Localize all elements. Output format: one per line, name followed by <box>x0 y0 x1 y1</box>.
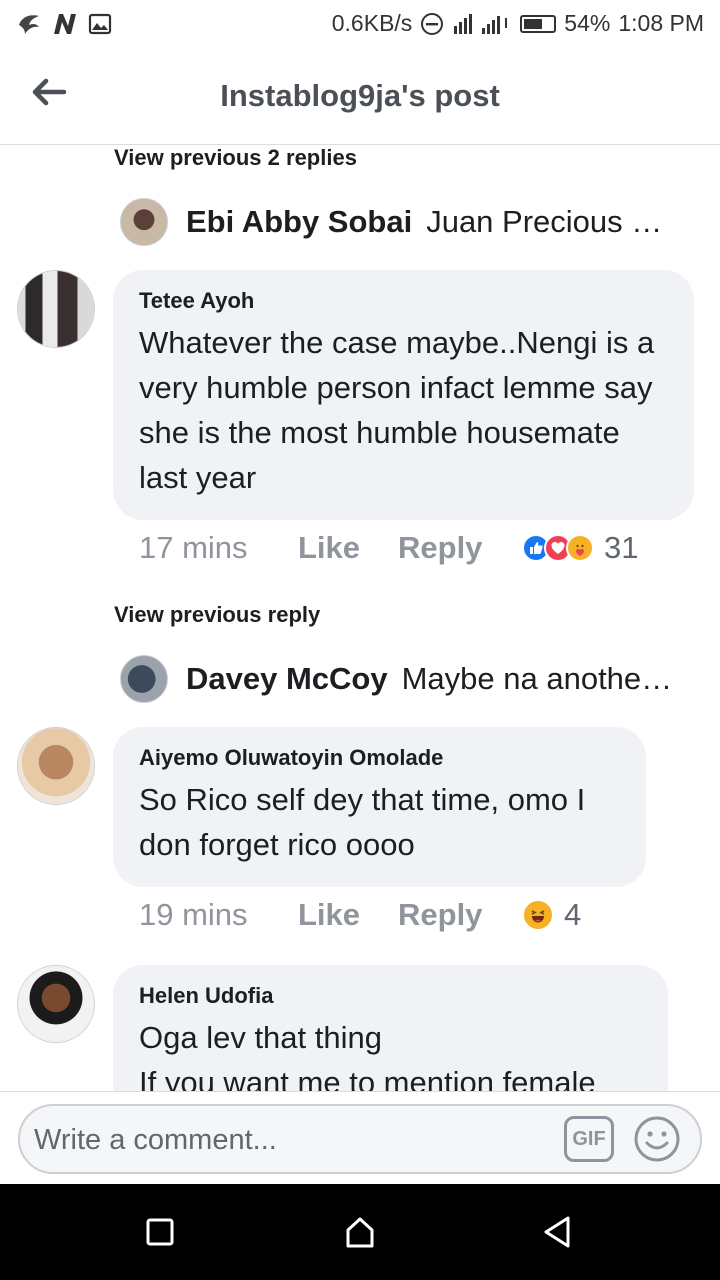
avatar[interactable] <box>120 198 168 246</box>
gif-label: GIF <box>572 1127 606 1150</box>
battery-percent: 54% <box>564 10 611 36</box>
clock: 1:08 PM <box>618 10 704 36</box>
image-icon <box>88 13 112 35</box>
network-speed: 0.6KB/s <box>331 10 413 36</box>
comment-bubble: Aiyemo Oluwatoyin Omolade So Rico self d… <box>113 727 646 887</box>
avatar[interactable] <box>120 655 168 703</box>
comment-input-box[interactable]: GIF <box>18 1104 702 1174</box>
home-icon[interactable] <box>340 1212 380 1252</box>
page-title: Instablog9ja's post <box>220 78 500 113</box>
app-header: Instablog9ja's post <box>0 50 720 145</box>
comment-author-name[interactable]: Aiyemo Oluwatoyin Omolade <box>139 745 620 771</box>
reply-button[interactable]: Reply <box>398 897 522 933</box>
comment-bubble: Helen Udofia Oga lev that thing If you w… <box>113 965 668 1091</box>
comment-time: 19 mins <box>139 897 248 932</box>
comment-bubble: Tetee Ayoh Whatever the case maybe..Neng… <box>113 270 694 520</box>
comment-actions: 17 mins Like Reply 31 <box>139 530 638 566</box>
n-icon <box>54 14 76 34</box>
view-previous-replies-link[interactable]: View previous 2 replies <box>114 145 357 171</box>
emoji-icon[interactable] <box>632 1114 682 1164</box>
avatar[interactable] <box>17 270 95 348</box>
comment-author-name[interactable]: Tetee Ayoh <box>139 288 668 314</box>
like-button[interactable]: Like <box>298 530 398 566</box>
comment-composer: GIF <box>0 1091 720 1184</box>
reply-preview[interactable]: Ebi Abby Sobai Juan Precious Oil... <box>120 198 680 246</box>
avatar[interactable] <box>17 727 95 805</box>
comment-input[interactable] <box>34 1118 534 1162</box>
comment-text: Oga lev that thing If you want me to men… <box>139 1020 596 1091</box>
reply-preview-text: Juan Precious Oil... <box>426 204 680 239</box>
reply-preview[interactable]: Davey McCoy Maybe na another person <box>120 655 680 703</box>
status-bar: 0.6KB/s 54% 1:08 PM <box>0 0 720 50</box>
care-reaction-icon <box>566 534 594 562</box>
avatar[interactable] <box>17 965 95 1043</box>
comments-list: View previous 2 replies Ebi Abby Sobai J… <box>0 145 720 1091</box>
signal-icon <box>454 13 508 34</box>
reply-button[interactable]: Reply <box>398 530 522 566</box>
reactions-summary[interactable]: 31 <box>522 530 638 566</box>
comment-time: 17 mins <box>139 530 248 565</box>
reply-author-name[interactable]: Ebi Abby Sobai <box>186 204 412 240</box>
swallow-icon <box>19 15 39 34</box>
comment-actions: 19 mins Like Reply 4 <box>139 897 581 933</box>
reactions-summary[interactable]: 4 <box>522 897 581 933</box>
comment-text: So Rico self dey that time, omo I don fo… <box>139 782 586 862</box>
comment-text: Whatever the case maybe..Nengi is a very… <box>139 325 655 495</box>
reaction-count: 4 <box>564 897 582 932</box>
back-triangle-icon[interactable] <box>538 1212 578 1252</box>
gif-button[interactable]: GIF <box>564 1116 614 1162</box>
battery-icon <box>520 14 557 33</box>
reply-preview-text: Maybe na another person <box>401 661 680 696</box>
reply-author-name[interactable]: Davey McCoy <box>186 661 388 697</box>
recents-square-icon[interactable] <box>140 1212 180 1252</box>
system-nav-bar <box>0 1184 720 1280</box>
status-left-icons <box>16 11 112 37</box>
comment-author-name[interactable]: Helen Udofia <box>139 983 642 1009</box>
haha-reaction-icon <box>522 899 554 931</box>
reaction-count: 31 <box>604 530 639 565</box>
status-right: 0.6KB/s 54% 1:08 PM <box>332 10 704 37</box>
dnd-icon <box>421 12 444 35</box>
view-previous-reply-link[interactable]: View previous reply <box>114 602 320 628</box>
like-button[interactable]: Like <box>298 897 398 933</box>
